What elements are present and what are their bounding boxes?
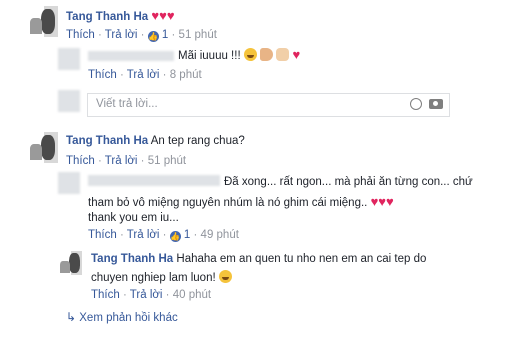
timestamp[interactable]: 40 phút xyxy=(173,289,211,301)
comment-3: Tang Thanh Ha An tep rang chua? xyxy=(66,135,245,147)
comment-4-actions: Thích · Trả lời · 👍 1 · 49 phút xyxy=(88,229,239,242)
avatar[interactable] xyxy=(58,251,82,275)
comment-text: An tep rang chua? xyxy=(150,135,245,147)
author-name[interactable]: Tang Thanh Ha xyxy=(91,253,173,265)
comment-text: Đã xong... rất ngon... mà phải ăn từng c… xyxy=(224,176,473,188)
author-name-redacted xyxy=(88,51,174,61)
heart-icon: ♥ xyxy=(370,194,379,209)
heart-icon: ♥ xyxy=(159,8,167,23)
muscle-emoji-icon xyxy=(260,48,274,61)
like-count[interactable]: 1 xyxy=(162,29,168,41)
comment-text: Mãi iuuuu !!! xyxy=(178,50,241,62)
timestamp[interactable]: 51 phút xyxy=(179,29,217,41)
heart-icon: ♥ xyxy=(166,8,175,23)
timestamp[interactable]: 49 phút xyxy=(201,229,239,241)
timestamp[interactable]: 51 phút xyxy=(148,155,186,167)
thumbs-up-emoji-icon xyxy=(276,48,290,61)
like-button[interactable]: Thích xyxy=(66,29,95,41)
more-replies-label[interactable]: Xem phản hồi khác xyxy=(79,312,177,324)
comment-1-actions: Thích · Trả lời · 👍 1 · 51 phút xyxy=(66,29,217,42)
comment-4-line-1: Đã xong... rất ngon... mà phải ăn từng c… xyxy=(224,176,473,188)
like-count[interactable]: 1 xyxy=(184,229,190,241)
comment-1: Tang Thanh Ha ♥♥♥ xyxy=(66,9,175,23)
avatar[interactable] xyxy=(58,172,80,194)
like-icon: 👍 xyxy=(147,31,159,42)
avatar[interactable] xyxy=(27,6,58,37)
comment-text: thank you em iu... xyxy=(88,212,179,224)
comment-5-line-2: chuyen nghiep lam luon! xyxy=(91,270,232,284)
avatar xyxy=(58,90,80,112)
camera-icon[interactable] xyxy=(429,99,443,109)
reply-arrow-icon: ↳ xyxy=(66,310,77,324)
like-button[interactable]: Thích xyxy=(88,69,117,81)
comment-5-actions: Thích · Trả lời · 40 phút xyxy=(91,289,212,301)
heart-icon: ♥ xyxy=(151,8,160,23)
author-name[interactable]: Tang Thanh Ha xyxy=(66,11,148,23)
reply-input[interactable]: Viết trả lời... xyxy=(87,93,450,117)
more-replies-link[interactable]: ↳ Xem phản hồi khác xyxy=(66,310,178,324)
reply-button[interactable]: Trả lời xyxy=(105,155,138,167)
comment-text: Hahaha em an quen tu nho nen em an cai t… xyxy=(176,253,427,265)
avatar[interactable] xyxy=(58,48,80,70)
author-name-redacted xyxy=(88,175,220,186)
heart-icon: ♥ xyxy=(378,194,386,209)
heart-icon: ♥ xyxy=(292,47,301,62)
like-button[interactable]: Thích xyxy=(88,229,117,241)
reply-button[interactable]: Trả lời xyxy=(130,289,163,301)
comment-2-actions: Thích · Trả lời · 8 phút xyxy=(88,69,202,81)
laugh-emoji-icon xyxy=(218,270,232,283)
reply-button[interactable]: Trả lời xyxy=(127,229,160,241)
comment-3-actions: Thích · Trả lời · 51 phút xyxy=(66,155,187,167)
comment-4-line-2: tham bỏ vô miệng nguyên nhúm là nó ghim … xyxy=(88,195,394,209)
reply-button[interactable]: Trả lời xyxy=(105,29,138,41)
comment-4-line-3: thank you em iu... xyxy=(88,212,179,224)
avatar[interactable] xyxy=(27,132,58,163)
heart-icon: ♥ xyxy=(386,194,394,209)
like-button[interactable]: Thích xyxy=(66,155,95,167)
author-name[interactable]: Tang Thanh Ha xyxy=(66,135,148,147)
comment-text: chuyen nghiep lam luon! xyxy=(91,272,216,284)
like-button[interactable]: Thích xyxy=(91,289,120,301)
smiley-icon[interactable] xyxy=(410,98,422,110)
comment-5-line-1: Tang Thanh Ha Hahaha em an quen tu nho n… xyxy=(91,253,426,265)
reply-button[interactable]: Trả lời xyxy=(127,69,160,81)
laugh-emoji-icon xyxy=(243,48,257,61)
like-icon: 👍 xyxy=(169,231,181,242)
comment-2: Mãi iuuuu !!! ♥ xyxy=(178,48,300,62)
reply-input-placeholder: Viết trả lời... xyxy=(96,98,158,110)
comment-text: tham bỏ vô miệng nguyên nhúm là nó ghim … xyxy=(88,197,368,209)
timestamp[interactable]: 8 phút xyxy=(170,69,202,81)
